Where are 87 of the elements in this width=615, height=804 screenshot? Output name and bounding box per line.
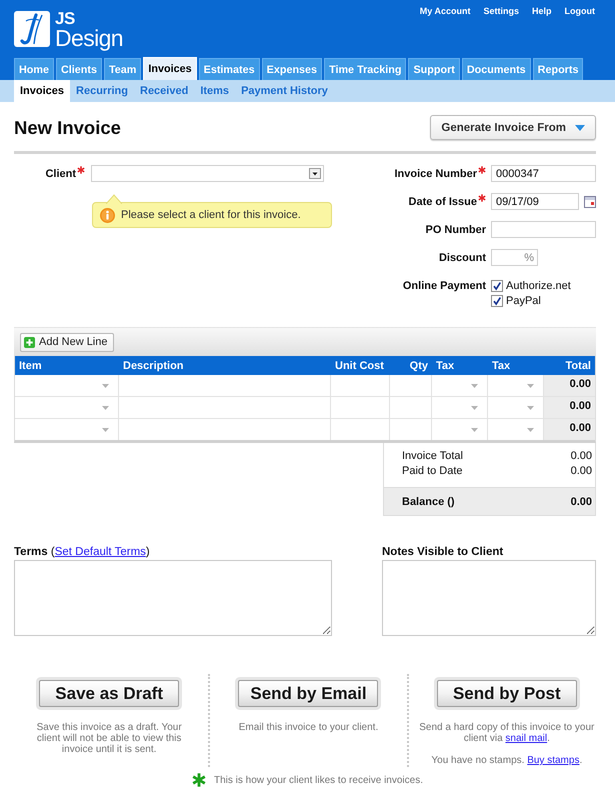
- line-total: 0.00: [544, 375, 595, 396]
- nav-tab[interactable]: Home: [14, 58, 54, 80]
- column-header: Qty: [408, 360, 429, 372]
- subnav-tab[interactable]: Invoices: [14, 80, 70, 102]
- balance-label: Balance (): [402, 496, 455, 508]
- nav-tab[interactable]: Invoices: [143, 57, 197, 80]
- top-link[interactable]: My Account: [420, 5, 470, 17]
- asterisk-icon: [192, 773, 206, 787]
- nav-tab[interactable]: Documents: [462, 58, 531, 80]
- hint-text: Please select a client for this invoice.: [121, 209, 301, 221]
- caret-icon: [527, 428, 534, 432]
- nav-tab[interactable]: Reports: [532, 58, 584, 80]
- caret-icon: [471, 406, 478, 410]
- column-header: Total: [564, 360, 592, 372]
- logo-text: JS: [55, 11, 75, 27]
- caret-icon: [102, 428, 109, 432]
- caret-icon: [527, 406, 534, 410]
- action-button[interactable]: Send by Post: [436, 680, 577, 707]
- calendar-icon[interactable]: [584, 196, 596, 208]
- field-label: Online Payment: [402, 280, 486, 292]
- column-header: Tax: [435, 360, 456, 372]
- field-label: Client: [45, 168, 76, 180]
- totals-value: 0.00: [570, 464, 592, 479]
- nav-tab[interactable]: Team: [104, 58, 142, 80]
- column-header: Item: [18, 360, 43, 372]
- column-header: Description: [122, 360, 185, 372]
- action-button[interactable]: Save as Draft: [39, 680, 180, 707]
- checkbox-label: PayPal: [506, 295, 541, 307]
- plus-icon: [24, 336, 35, 348]
- caret-icon: [527, 384, 534, 388]
- terms-field[interactable]: [14, 560, 332, 636]
- date-field[interactable]: 09/17/09: [491, 193, 579, 210]
- action-description: Email this invoice to your client.: [238, 722, 380, 733]
- client-select[interactable]: [91, 165, 324, 182]
- notes-label: Notes Visible to Client: [382, 545, 504, 559]
- input-field[interactable]: 0000347: [491, 165, 596, 182]
- line-total: 0.00: [544, 419, 595, 440]
- percent-sign: %: [524, 252, 534, 264]
- totals-label: Invoice Total: [402, 449, 463, 464]
- footer-note: This is how your client likes to receive invoices.: [214, 774, 423, 786]
- caret-icon: [575, 124, 585, 130]
- field-label: Invoice Number: [394, 168, 477, 180]
- caret-icon: [102, 384, 109, 388]
- totals-value: 0.00: [570, 449, 592, 464]
- info-icon: [100, 208, 115, 222]
- nav-tab[interactable]: Time Tracking: [324, 58, 406, 80]
- balance-value: 0.00: [570, 496, 592, 508]
- nav-tab[interactable]: Support: [408, 58, 460, 80]
- action-button[interactable]: Send by Email: [238, 680, 378, 707]
- top-link[interactable]: Settings: [483, 5, 519, 17]
- top-link[interactable]: Help: [532, 5, 552, 17]
- field-label: PO Number: [425, 224, 486, 236]
- subnav-tab[interactable]: Payment History: [235, 80, 334, 102]
- input-field[interactable]: [491, 221, 596, 238]
- page-title: New Invoice: [14, 116, 121, 138]
- notes-field[interactable]: [382, 560, 596, 636]
- top-link[interactable]: Logout: [564, 5, 595, 17]
- terms-label: Terms (Set Default Terms): [14, 545, 151, 559]
- caret-icon: [102, 406, 109, 410]
- action-description: You have no stamps. Buy stamps.: [430, 755, 584, 766]
- generate-invoice-button[interactable]: Generate Invoice From: [430, 115, 596, 140]
- add-line-button[interactable]: Add New Line: [20, 332, 114, 352]
- caret-icon: [471, 428, 478, 432]
- action-description: Send a hard copy of this invoice to your client via snail mail.: [418, 722, 596, 744]
- checkbox[interactable]: [491, 280, 503, 292]
- column-header: Tax: [491, 360, 512, 372]
- nav-tab[interactable]: Expenses: [262, 58, 322, 80]
- nav-tab[interactable]: Estimates: [198, 58, 260, 80]
- column-header: Unit Cost: [334, 360, 385, 372]
- checkbox[interactable]: [491, 295, 503, 307]
- caret-icon: [471, 384, 478, 388]
- subnav-tab[interactable]: Received: [134, 80, 194, 102]
- subnav-tab[interactable]: Recurring: [70, 80, 134, 102]
- logo-text: Design: [55, 27, 123, 49]
- totals-label: Paid to Date: [402, 464, 463, 479]
- field-label: Date of Issue: [408, 196, 477, 208]
- inline-link[interactable]: Buy stamps: [527, 755, 580, 766]
- action-description: Save this invoice as a draft. Your client will not be able to view this invoice until it is sent.: [36, 722, 183, 755]
- line-total: 0.00: [544, 397, 595, 418]
- nav-tab[interactable]: Clients: [56, 58, 102, 80]
- subnav-tab[interactable]: Items: [194, 80, 236, 102]
- logo-icon: [14, 11, 50, 47]
- terms-link[interactable]: Set Default Terms: [54, 546, 146, 558]
- inline-link[interactable]: snail mail: [505, 733, 548, 744]
- checkbox-label: Authorize.net: [506, 280, 571, 292]
- percent-field[interactable]: %: [491, 249, 538, 266]
- field-label: Discount: [438, 252, 486, 264]
